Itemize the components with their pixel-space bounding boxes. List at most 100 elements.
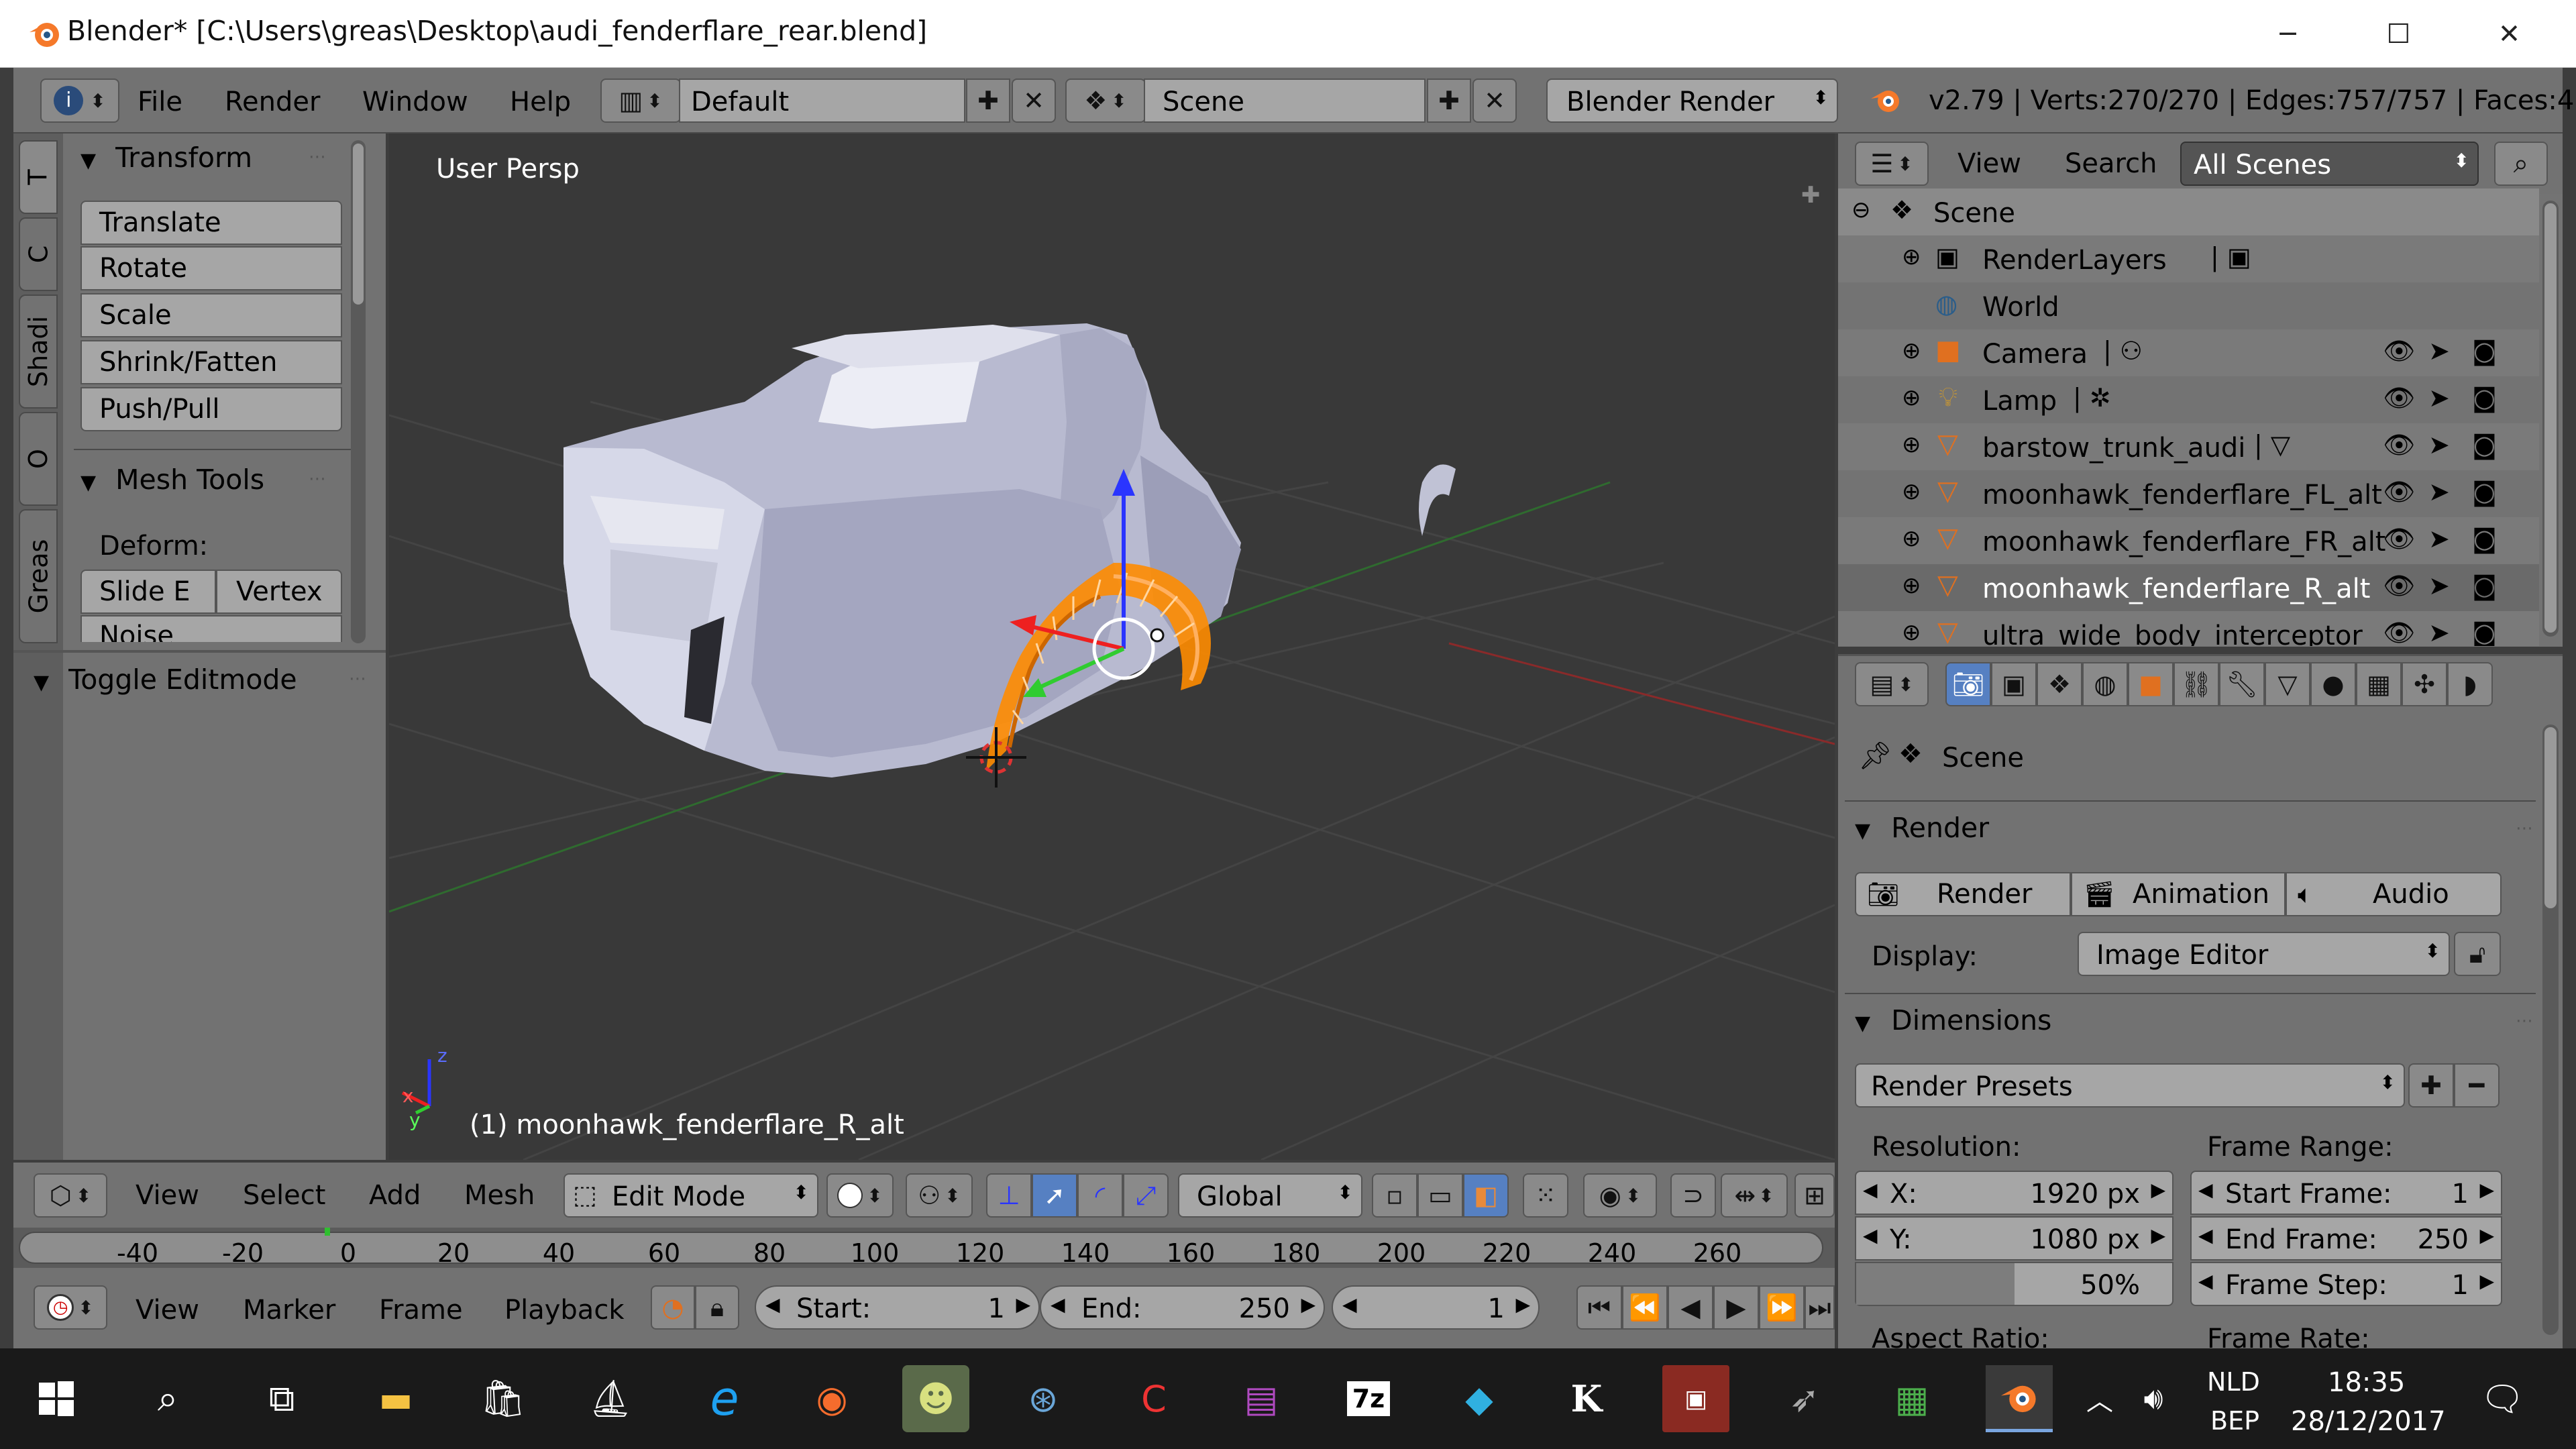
viewport-shading-dropdown[interactable]: ⬍ — [826, 1173, 894, 1218]
tab-options[interactable]: O — [19, 412, 58, 506]
add-layout-button[interactable]: ✚ — [966, 78, 1010, 123]
transform-orientation-dropdown[interactable]: Global ⬍ — [1178, 1173, 1362, 1218]
timeline-scrubber[interactable] — [19, 1232, 1823, 1264]
input-language-bottom[interactable]: BEP — [2210, 1406, 2259, 1436]
jump-to-start-button[interactable]: ⏮ — [1576, 1285, 1622, 1330]
render-camera-icon[interactable]: ◙ — [2472, 524, 2497, 553]
object-tab-icon[interactable]: ■ — [2128, 662, 2174, 706]
slide-edge-button[interactable]: Slide E — [80, 570, 216, 614]
limit-selection-button[interactable]: ⁙ — [1523, 1173, 1568, 1218]
editor-type-outliner-button[interactable]: ☰ ⬍ — [1855, 142, 1929, 186]
translate-button[interactable]: Translate — [80, 201, 342, 245]
outliner-row-camera[interactable]: ⊕ ■ Camera | ⚇ 👁︎ ➤ ◙ — [1838, 329, 2539, 376]
scale-manipulator-button[interactable]: ⤢ — [1123, 1173, 1169, 1218]
expand-icon[interactable]: ⊕ — [1902, 525, 1921, 552]
dimensions-panel-header[interactable]: ▼ Dimensions — [1855, 1004, 2051, 1036]
scene-tab-icon[interactable]: ❖ — [2037, 662, 2082, 706]
delete-layout-button[interactable]: ✕ — [1012, 78, 1056, 123]
menu-view[interactable]: View — [136, 1295, 199, 1326]
panel-drag-handle-icon[interactable]: ⋯ — [309, 147, 326, 167]
outliner-scrollbar[interactable] — [2542, 201, 2559, 637]
menu-select[interactable]: Select — [243, 1180, 325, 1211]
minimize-button[interactable]: ─ — [2233, 0, 2343, 68]
shrink-fatten-button[interactable]: Shrink/Fatten — [80, 340, 342, 384]
proportional-editing-dropdown[interactable]: ◉ ⬍ — [1583, 1173, 1657, 1218]
noise-button[interactable]: Noise — [80, 615, 342, 642]
vertex-select-button[interactable]: ▫ — [1372, 1173, 1417, 1218]
action-center-icon[interactable]: 🗨︎ — [2469, 1365, 2536, 1432]
editor-type-timeline-button[interactable]: ◷ ⬍ — [34, 1285, 107, 1330]
expand-icon[interactable]: ⊕ — [1902, 384, 1921, 411]
select-cursor-icon[interactable]: ➤ — [2428, 430, 2450, 460]
data-tab-icon[interactable]: ▽ — [2265, 662, 2310, 706]
editor-type-3dview-button[interactable]: ⬡ ⬍ — [34, 1173, 107, 1218]
select-cursor-icon[interactable]: ➤ — [2428, 477, 2450, 506]
render-preview-button[interactable]: ⊞ — [1794, 1173, 1835, 1218]
render-camera-icon[interactable]: ◙ — [2472, 383, 2497, 413]
jump-to-keyframe-next-button[interactable]: ⏩ — [1759, 1285, 1805, 1330]
rotate-manipulator-button[interactable]: ◜ — [1077, 1173, 1123, 1218]
mode-dropdown[interactable]: ⬚ Edit Mode ⬍ — [564, 1173, 818, 1218]
render-camera-icon[interactable]: ◙ — [2472, 571, 2497, 600]
translate-manipulator-button[interactable]: ➚ — [1032, 1173, 1077, 1218]
end-frame-field[interactable]: ◀ End: 250 ▶ — [1040, 1285, 1325, 1330]
tab-grease-pencil[interactable]: Greas — [19, 509, 58, 643]
task-view-icon[interactable]: ⧉ — [248, 1365, 315, 1432]
store-icon[interactable]: 🛍︎ — [470, 1365, 537, 1432]
maximize-button[interactable]: ☐ — [2343, 0, 2454, 68]
render-camera-icon[interactable]: ◙ — [2472, 336, 2497, 366]
expand-icon[interactable]: ⊕ — [1902, 431, 1921, 458]
viewport-corner-plus-icon[interactable]: ✚ — [1801, 182, 1821, 209]
panel-drag-handle-icon[interactable]: ⋯ — [309, 469, 326, 489]
select-cursor-icon[interactable]: ➤ — [2428, 524, 2450, 553]
transform-panel-header[interactable]: ▼ Transform — [80, 142, 252, 174]
world-tab-icon[interactable]: ◍ — [2082, 662, 2128, 706]
material-tab-icon[interactable]: ● — [2310, 662, 2356, 706]
render-layers-tab-icon[interactable]: ▣ — [1991, 662, 2037, 706]
outliner-row-renderlayers[interactable]: ⊕ ▣ RenderLayers | ▣ — [1838, 235, 2539, 282]
menu-playback[interactable]: Playback — [504, 1295, 624, 1326]
frame-step-field[interactable]: ◀ Frame Step: 1 ▶ — [2190, 1262, 2502, 1306]
manipulator-toggle-button[interactable]: ⊥ — [986, 1173, 1032, 1218]
render-button[interactable]: 📷︎ Render — [1855, 872, 2071, 916]
panel-drag-handle-icon[interactable]: ⋯ — [2516, 1011, 2533, 1031]
tool-shelf-scrollbar[interactable] — [351, 140, 366, 643]
menu-mesh[interactable]: Mesh — [464, 1180, 535, 1211]
scene-type-button[interactable]: ❖ ⬍ — [1065, 78, 1146, 123]
preview-range-button[interactable]: ◔ — [651, 1285, 695, 1330]
tab-tools[interactable]: T — [19, 140, 58, 214]
physics-tab-icon[interactable]: ◗ — [2447, 662, 2493, 706]
menu-frame[interactable]: Frame — [379, 1295, 463, 1326]
expand-icon[interactable]: ⊕ — [1902, 337, 1921, 364]
outliner-row-fenderflare-fr[interactable]: ⊕ ▽ moonhawk_fenderflare_FR_alt 👁︎ ➤ ◙ — [1838, 517, 2539, 564]
7zip-icon[interactable]: 7z — [1335, 1365, 1402, 1432]
constraints-tab-icon[interactable]: ⛓ — [2174, 662, 2219, 706]
visibility-eye-icon[interactable]: 👁︎ — [2383, 618, 2415, 646]
outliner-row-fenderflare-fl[interactable]: ⊕ ▽ moonhawk_fenderflare_FL_alt 👁︎ ➤ ◙ — [1838, 470, 2539, 517]
outliner-row-world[interactable]: ◍ World — [1838, 282, 2539, 329]
menu-view[interactable]: View — [1957, 148, 2021, 179]
winrar-icon[interactable]: ▤ — [1228, 1365, 1295, 1432]
render-engine-dropdown[interactable]: Blender Render ⬍ — [1546, 78, 1838, 123]
outliner-row-barstow[interactable]: ⊕ ▽ barstow_trunk_audi | ▽ 👁︎ ➤ ◙ — [1838, 423, 2539, 470]
gaming-app-icon[interactable]: ☻ — [902, 1365, 969, 1432]
outliner-row-fenderflare-r-active[interactable]: ⊕ ▽ moonhawk_fenderflare_R_alt 👁︎ ➤ ◙ — [1838, 564, 2539, 611]
display-dropdown[interactable]: Image Editor ⬍ — [2078, 932, 2450, 976]
start-frame-field[interactable]: ◀ Start Frame: 1 ▶ — [2190, 1171, 2502, 1215]
steam-icon[interactable]: ⊛ — [1010, 1365, 1077, 1432]
input-language-top[interactable]: NLD — [2207, 1367, 2260, 1397]
file-explorer-icon[interactable]: ▬ — [362, 1365, 429, 1432]
screen-layout-field[interactable]: Default — [679, 78, 965, 123]
origin-icon[interactable]: ◉ — [798, 1365, 865, 1432]
3d-viewport[interactable]: z x y User Persp (1) moonhawk_fenderflar… — [389, 133, 1835, 1160]
show-hidden-icons-chevron-icon[interactable]: ︿ — [2073, 1365, 2127, 1432]
remove-preset-button[interactable]: ━ — [2454, 1063, 2500, 1108]
search-icon[interactable]: ⌕ — [134, 1365, 201, 1432]
visibility-eye-icon[interactable]: 👁︎ — [2383, 477, 2415, 507]
add-scene-button[interactable]: ✚ — [1427, 78, 1471, 123]
expand-icon[interactable]: ⊕ — [1902, 572, 1921, 599]
blender-taskbar-icon[interactable] — [1986, 1365, 2053, 1432]
snap-element-dropdown[interactable]: ⇹ ⬍ — [1721, 1173, 1788, 1218]
start-frame-field[interactable]: ◀ Start: 1 ▶ — [755, 1285, 1040, 1330]
tab-shading[interactable]: Shadi — [19, 294, 58, 409]
